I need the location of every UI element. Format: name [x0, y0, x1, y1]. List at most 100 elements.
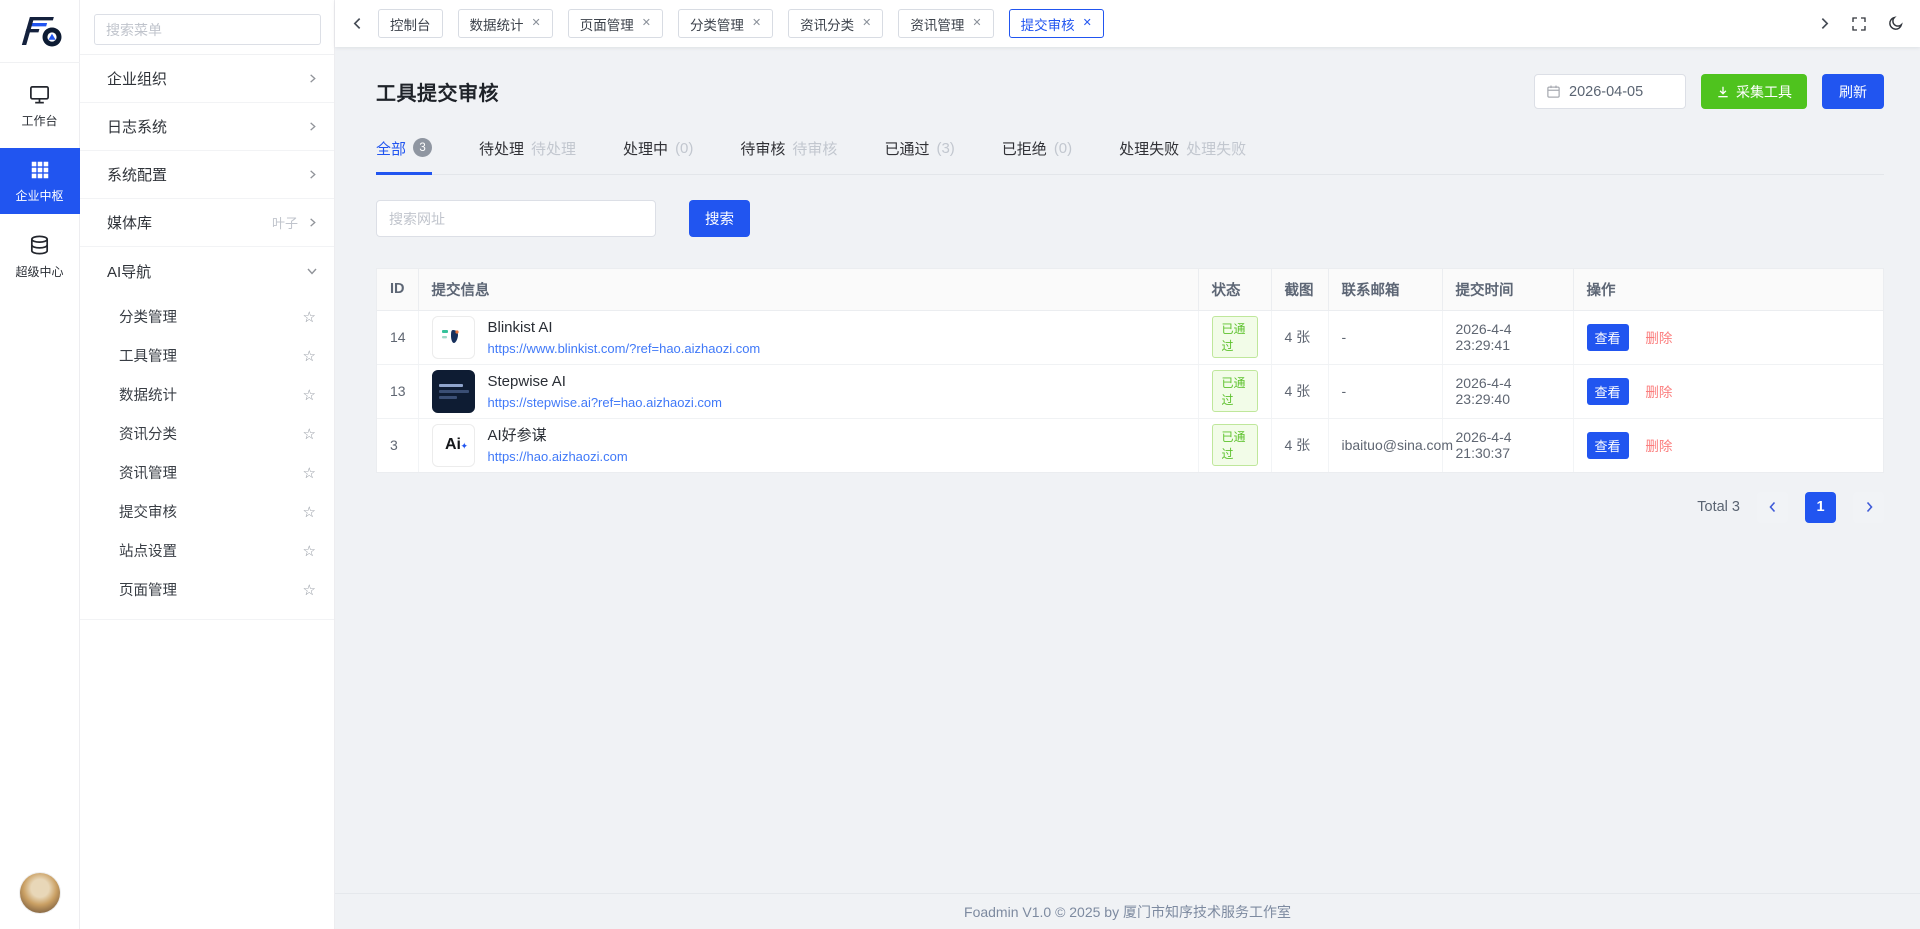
- pagination: Total 3 1: [376, 492, 1884, 523]
- cell-actions: 查看 删除: [1573, 310, 1883, 364]
- tabs-scroll-left-icon[interactable]: [348, 17, 367, 30]
- star-icon[interactable]: ☆: [303, 386, 316, 404]
- filter-tab-approved[interactable]: 已通过 (3): [884, 138, 954, 175]
- col-header-time: 提交时间: [1442, 269, 1573, 310]
- close-icon[interactable]: ✕: [752, 18, 761, 29]
- search-button-label: 搜索: [705, 208, 734, 229]
- sidebar-item-submission-review[interactable]: 提交审核 ☆: [80, 492, 334, 531]
- filter-tab-processing[interactable]: 处理中 (0): [623, 138, 693, 175]
- rail-item-workbench[interactable]: 工作台: [0, 72, 80, 139]
- table-row: 3 Ai✦ AI好参谋 https://hao.aizhaozi.com: [377, 418, 1883, 472]
- url-search-input[interactable]: [376, 200, 656, 237]
- close-icon[interactable]: ✕: [532, 18, 541, 29]
- current-page-button[interactable]: 1: [1805, 492, 1836, 523]
- filter-tab-rejected[interactable]: 已拒绝 (0): [1002, 138, 1072, 175]
- tool-name: AI好参谋: [488, 427, 628, 445]
- tab-label: 控制台: [390, 14, 431, 34]
- date-picker[interactable]: [1534, 74, 1686, 109]
- sidebar-item-news-mgmt[interactable]: 资讯管理 ☆: [80, 453, 334, 492]
- close-icon[interactable]: ✕: [972, 18, 981, 29]
- cell-time: 2026-4-4 23:29:41: [1442, 310, 1573, 364]
- sidebar-item-page-mgmt[interactable]: 页面管理 ☆: [80, 570, 334, 609]
- tabs-scroll-right-icon[interactable]: [1818, 17, 1831, 30]
- tool-url-link[interactable]: https://www.blinkist.com/?ref=hao.aizhao…: [488, 341, 761, 356]
- star-icon[interactable]: ☆: [303, 347, 316, 365]
- dark-mode-moon-icon[interactable]: [1887, 15, 1904, 32]
- tab-news-mgmt[interactable]: 资讯管理 ✕: [898, 9, 993, 38]
- database-icon: [28, 234, 51, 257]
- fullscreen-icon[interactable]: [1851, 16, 1867, 32]
- menu-group-label: 日志系统: [107, 116, 307, 137]
- calendar-icon: [1546, 84, 1561, 99]
- close-icon[interactable]: ✕: [642, 18, 651, 29]
- sidebar-item-data-stats[interactable]: 数据统计 ☆: [80, 375, 334, 414]
- menu-sidebar: 企业组织 日志系统 系统配置 媒体库 叶子 AI导航 分类管理 ☆ 工具管理: [80, 0, 335, 929]
- tab-console[interactable]: 控制台: [378, 9, 443, 38]
- delete-button[interactable]: 删除: [1645, 385, 1672, 400]
- prev-page-button[interactable]: [1757, 492, 1788, 523]
- menu-group-org[interactable]: 企业组织: [80, 55, 334, 103]
- tab-news-category[interactable]: 资讯分类 ✕: [788, 9, 883, 38]
- sidebar-item-news-category[interactable]: 资讯分类 ☆: [80, 414, 334, 453]
- rail-item-super-center[interactable]: 超级中心: [0, 223, 80, 290]
- tool-url-link[interactable]: https://stepwise.ai?ref=hao.aizhaozi.com: [488, 395, 723, 410]
- tab-page-mgmt[interactable]: 页面管理 ✕: [568, 9, 663, 38]
- date-input[interactable]: [1569, 84, 1674, 100]
- sidebar-item-label: 页面管理: [119, 579, 303, 600]
- delete-button[interactable]: 删除: [1645, 331, 1672, 346]
- sidebar-item-category-mgmt[interactable]: 分类管理 ☆: [80, 297, 334, 336]
- icon-rail: 工作台 企业中枢 超级中心: [0, 0, 80, 929]
- filter-tab-all[interactable]: 全部 3: [376, 138, 432, 175]
- status-badge: 已通过: [1212, 316, 1258, 358]
- col-header-info: 提交信息: [418, 269, 1198, 310]
- menu-group-logs[interactable]: 日志系统: [80, 103, 334, 151]
- cell-screenshots: 4 张: [1271, 418, 1328, 472]
- tab-data-stats[interactable]: 数据统计 ✕: [458, 9, 553, 38]
- cell-email: -: [1328, 310, 1442, 364]
- sidebar-item-site-settings[interactable]: 站点设置 ☆: [80, 531, 334, 570]
- menu-group-ai-nav[interactable]: AI导航: [80, 247, 334, 295]
- star-icon[interactable]: ☆: [303, 581, 316, 599]
- close-icon[interactable]: ✕: [862, 18, 871, 29]
- filter-tab-sub: (0): [675, 140, 693, 157]
- menu-group-media-library[interactable]: 媒体库 叶子: [80, 199, 334, 247]
- star-icon[interactable]: ☆: [303, 308, 316, 326]
- view-button[interactable]: 查看: [1587, 432, 1629, 459]
- tab-label: 资讯管理: [910, 14, 964, 34]
- star-icon[interactable]: ☆: [303, 425, 316, 443]
- cell-info: Ai✦ AI好参谋 https://hao.aizhaozi.com: [418, 418, 1198, 472]
- menu-search-input[interactable]: [94, 14, 321, 45]
- filter-tab-failed[interactable]: 处理失败 处理失败: [1119, 138, 1246, 175]
- submissions-table: ID 提交信息 状态 截图 联系邮箱 提交时间 操作 14: [376, 268, 1884, 473]
- page-header: 工具提交审核 采集工具 刷新: [376, 74, 1884, 109]
- collect-tools-button[interactable]: 采集工具: [1701, 74, 1807, 109]
- filter-tab-sub: 待审核: [792, 138, 837, 159]
- cell-time: 2026-4-4 21:30:37: [1442, 418, 1573, 472]
- cell-id: 14: [377, 310, 418, 364]
- star-icon[interactable]: ☆: [303, 464, 316, 482]
- cell-actions: 查看 删除: [1573, 364, 1883, 418]
- view-button[interactable]: 查看: [1587, 324, 1629, 351]
- menu-group-system-config[interactable]: 系统配置: [80, 151, 334, 199]
- sidebar-item-label: 站点设置: [119, 540, 303, 561]
- sidebar-item-label: 提交审核: [119, 501, 303, 522]
- rail-item-enterprise-hub[interactable]: 企业中枢: [0, 148, 80, 214]
- next-page-button[interactable]: [1853, 492, 1884, 523]
- tab-submission-review[interactable]: 提交审核 ✕: [1009, 9, 1104, 38]
- sidebar-item-tool-mgmt[interactable]: 工具管理 ☆: [80, 336, 334, 375]
- user-avatar[interactable]: [20, 873, 60, 913]
- refresh-button[interactable]: 刷新: [1822, 74, 1884, 109]
- filter-tab-sub: (3): [936, 140, 954, 157]
- tool-thumbnail: [432, 316, 475, 359]
- delete-button[interactable]: 删除: [1645, 439, 1672, 454]
- filter-tab-awaiting-review[interactable]: 待审核 待审核: [740, 138, 837, 175]
- close-icon[interactable]: ✕: [1083, 18, 1092, 29]
- tool-thumbnail: Ai✦: [432, 424, 475, 467]
- star-icon[interactable]: ☆: [303, 542, 316, 560]
- view-button[interactable]: 查看: [1587, 378, 1629, 405]
- tool-url-link[interactable]: https://hao.aizhaozi.com: [488, 449, 628, 464]
- tab-category-mgmt[interactable]: 分类管理 ✕: [678, 9, 773, 38]
- filter-tab-pending[interactable]: 待处理 待处理: [479, 138, 576, 175]
- search-button[interactable]: 搜索: [689, 200, 750, 237]
- star-icon[interactable]: ☆: [303, 503, 316, 521]
